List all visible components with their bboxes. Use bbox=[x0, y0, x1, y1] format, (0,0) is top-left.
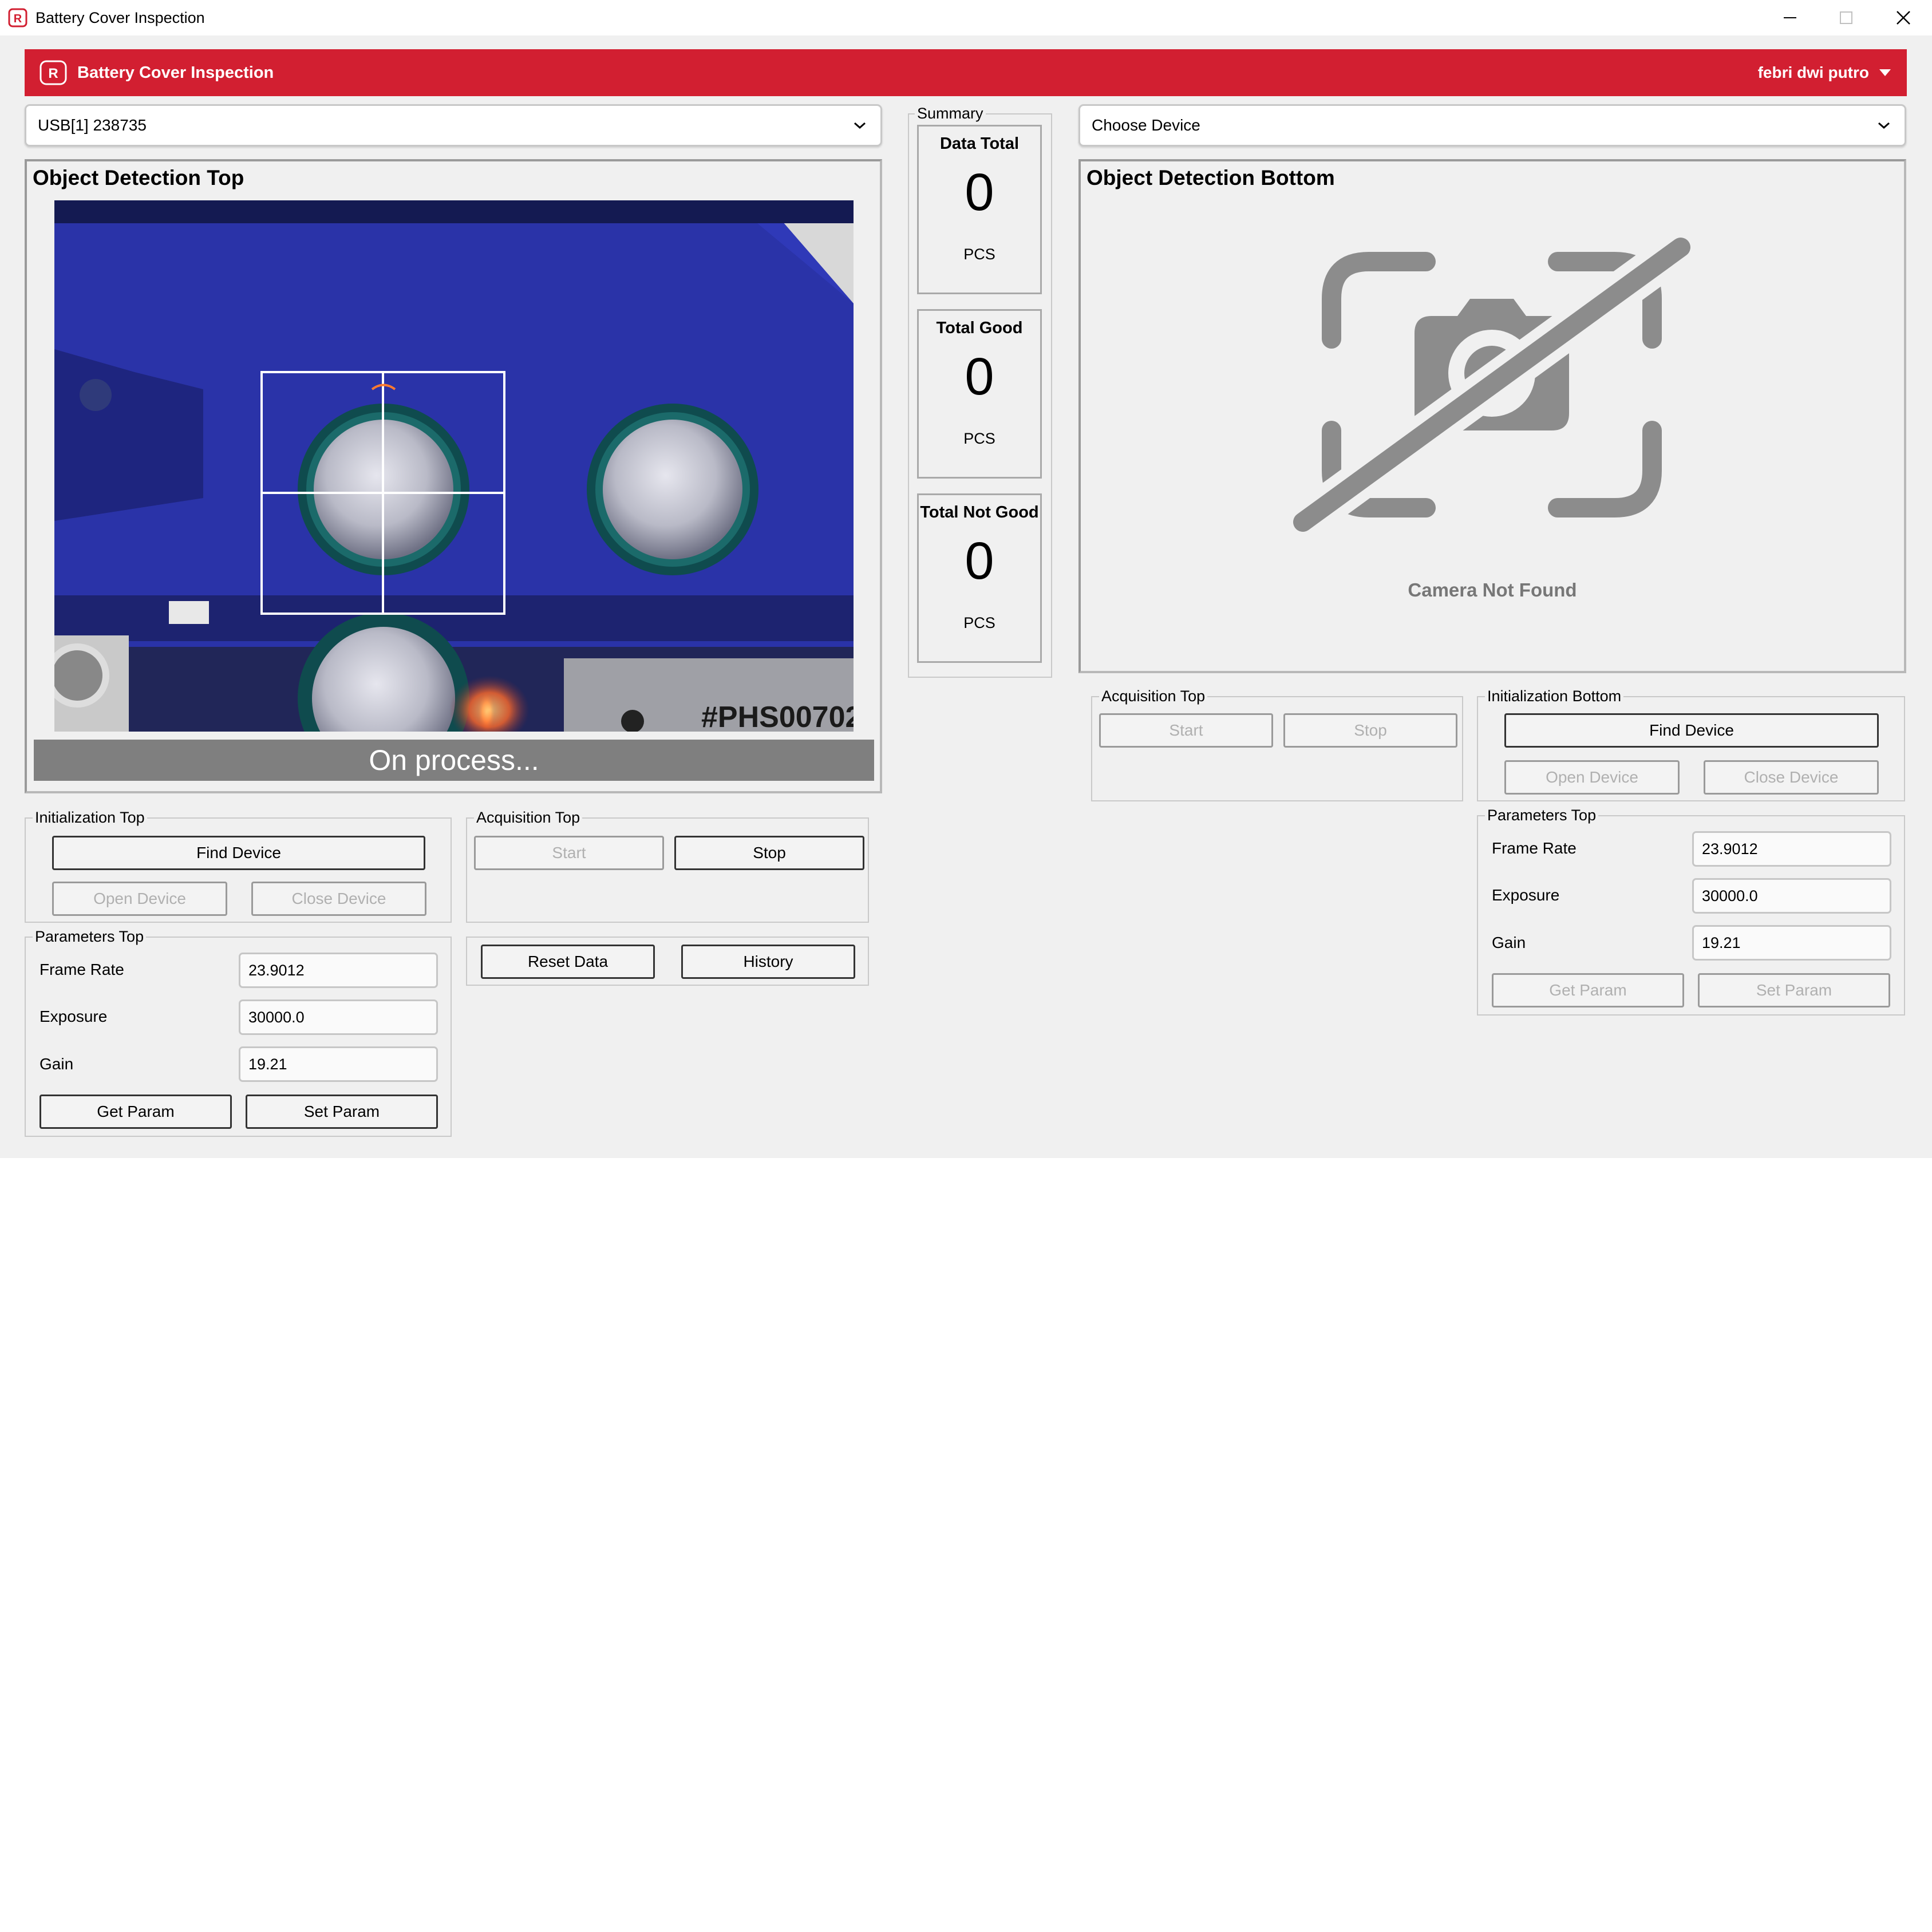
init-top-label: Initialization Top bbox=[33, 809, 147, 826]
bottom-frame-rate-label: Frame Rate bbox=[1492, 839, 1577, 857]
gain-input[interactable]: 19.21 bbox=[239, 1046, 438, 1082]
bottom-device-select-value: Choose Device bbox=[1092, 116, 1200, 134]
acq-bottom-label: Acquisition Top bbox=[1099, 688, 1208, 705]
app-logo-icon: R bbox=[8, 8, 27, 27]
params-bottom-group: Parameters Top Frame Rate 23.9012 Exposu… bbox=[1477, 807, 1905, 1016]
user-name: febri dwi putro bbox=[1757, 64, 1869, 81]
data-actions-group: Reset Data History bbox=[466, 937, 869, 986]
header-title: Battery Cover Inspection bbox=[77, 64, 274, 82]
frame-rate-label: Frame Rate bbox=[39, 961, 124, 978]
total-good-value: 0 bbox=[965, 347, 994, 406]
top-set-param-button[interactable]: Set Param bbox=[246, 1095, 438, 1129]
top-close-device-button[interactable]: Close Device bbox=[251, 882, 426, 916]
minimize-icon[interactable] bbox=[1764, 0, 1816, 35]
maximize-icon[interactable] bbox=[1820, 0, 1872, 35]
data-total-title: Data Total bbox=[939, 135, 1020, 153]
exposure-label: Exposure bbox=[39, 1008, 108, 1025]
svg-text:R: R bbox=[14, 13, 22, 25]
window-title: Battery Cover Inspection bbox=[35, 9, 205, 26]
svg-text:R: R bbox=[48, 66, 58, 81]
total-not-good-value: 0 bbox=[965, 532, 994, 590]
acq-top-label: Acquisition Top bbox=[474, 809, 583, 826]
user-menu[interactable]: febri dwi putro bbox=[1758, 49, 1892, 96]
total-good-card: Total Good 0 PCS bbox=[917, 309, 1042, 479]
close-icon[interactable] bbox=[1878, 0, 1929, 35]
brand-logo-icon: R bbox=[38, 60, 68, 86]
total-not-good-title: Total Not Good bbox=[920, 503, 1039, 521]
frame-rate-input[interactable]: 23.9012 bbox=[239, 953, 438, 988]
init-bottom-group: Initialization Bottom Find Device Open D… bbox=[1477, 688, 1905, 801]
camera-tag-text: #PHS00702 bbox=[701, 701, 854, 732]
bottom-close-device-button[interactable]: Close Device bbox=[1704, 760, 1879, 795]
acq-top-group: Acquisition Top Start Stop bbox=[466, 809, 869, 923]
bottom-find-device-button[interactable]: Find Device bbox=[1504, 713, 1879, 748]
bottom-set-param-button[interactable]: Set Param bbox=[1698, 973, 1890, 1008]
chevron-down-icon bbox=[854, 122, 866, 129]
top-find-device-button[interactable]: Find Device bbox=[52, 836, 425, 870]
title-bar: R Battery Cover Inspection bbox=[0, 0, 1932, 35]
bottom-start-button[interactable]: Start bbox=[1099, 713, 1273, 748]
total-not-good-unit: PCS bbox=[963, 614, 995, 631]
bottom-exposure-label: Exposure bbox=[1492, 886, 1560, 904]
bottom-open-device-button[interactable]: Open Device bbox=[1504, 760, 1680, 795]
top-process-status: On process... bbox=[34, 740, 874, 781]
total-not-good-card: Total Not Good 0 PCS bbox=[917, 493, 1042, 663]
bottom-frame-rate-input[interactable]: 23.9012 bbox=[1692, 831, 1891, 867]
params-top-group: Parameters Top Frame Rate 23.9012 Exposu… bbox=[25, 928, 452, 1137]
camera-not-found-text: Camera Not Found bbox=[1408, 579, 1577, 600]
acq-bottom-group: Acquisition Top Start Stop bbox=[1091, 688, 1463, 801]
gain-label: Gain bbox=[39, 1055, 74, 1073]
app-window: R Battery Cover Inspection R Battery Cov… bbox=[0, 0, 1932, 1158]
total-good-title: Total Good bbox=[936, 319, 1023, 337]
camera-off-icon bbox=[1283, 227, 1701, 542]
caret-down-icon bbox=[1879, 69, 1891, 76]
bottom-exposure-input[interactable]: 30000.0 bbox=[1692, 878, 1891, 914]
top-device-select[interactable]: USB[1] 238735 bbox=[25, 104, 882, 147]
total-good-unit: PCS bbox=[963, 430, 995, 447]
data-total-card: Data Total 0 PCS bbox=[917, 125, 1042, 294]
bottom-device-select[interactable]: Choose Device bbox=[1078, 104, 1906, 147]
params-top-label: Parameters Top bbox=[33, 928, 147, 945]
app-header: R Battery Cover Inspection febri dwi put… bbox=[25, 49, 1907, 96]
summary-group: Summary Data Total 0 PCS Total Good 0 PC… bbox=[908, 105, 1052, 678]
reset-data-button[interactable]: Reset Data bbox=[481, 945, 655, 979]
bottom-detection-panel: Object Detection Bottom Camera Not Found bbox=[1078, 159, 1906, 673]
bottom-gain-input[interactable]: 19.21 bbox=[1692, 925, 1891, 961]
top-open-device-button[interactable]: Open Device bbox=[52, 882, 227, 916]
bottom-get-param-button[interactable]: Get Param bbox=[1492, 973, 1684, 1008]
history-button[interactable]: History bbox=[681, 945, 855, 979]
summary-label: Summary bbox=[915, 105, 986, 122]
data-total-value: 0 bbox=[965, 163, 994, 222]
top-detection-panel: Object Detection Top #PHS00702 On proces… bbox=[25, 159, 882, 793]
chevron-down-icon bbox=[1878, 122, 1890, 129]
init-top-group: Initialization Top Find Device Open Devi… bbox=[25, 809, 452, 923]
bottom-detection-title: Object Detection Bottom bbox=[1086, 166, 1335, 189]
top-get-param-button[interactable]: Get Param bbox=[39, 1095, 232, 1129]
params-bottom-label: Parameters Top bbox=[1485, 807, 1599, 824]
bottom-gain-label: Gain bbox=[1492, 934, 1526, 951]
bottom-stop-button[interactable]: Stop bbox=[1283, 713, 1457, 748]
init-bottom-label: Initialization Bottom bbox=[1485, 688, 1624, 705]
top-camera-feed: #PHS00702 bbox=[54, 200, 854, 732]
data-total-unit: PCS bbox=[963, 246, 995, 263]
top-start-button[interactable]: Start bbox=[474, 836, 664, 870]
top-detection-title: Object Detection Top bbox=[33, 166, 244, 189]
exposure-input[interactable]: 30000.0 bbox=[239, 999, 438, 1035]
top-device-select-value: USB[1] 238735 bbox=[38, 116, 147, 134]
top-stop-button[interactable]: Stop bbox=[674, 836, 864, 870]
